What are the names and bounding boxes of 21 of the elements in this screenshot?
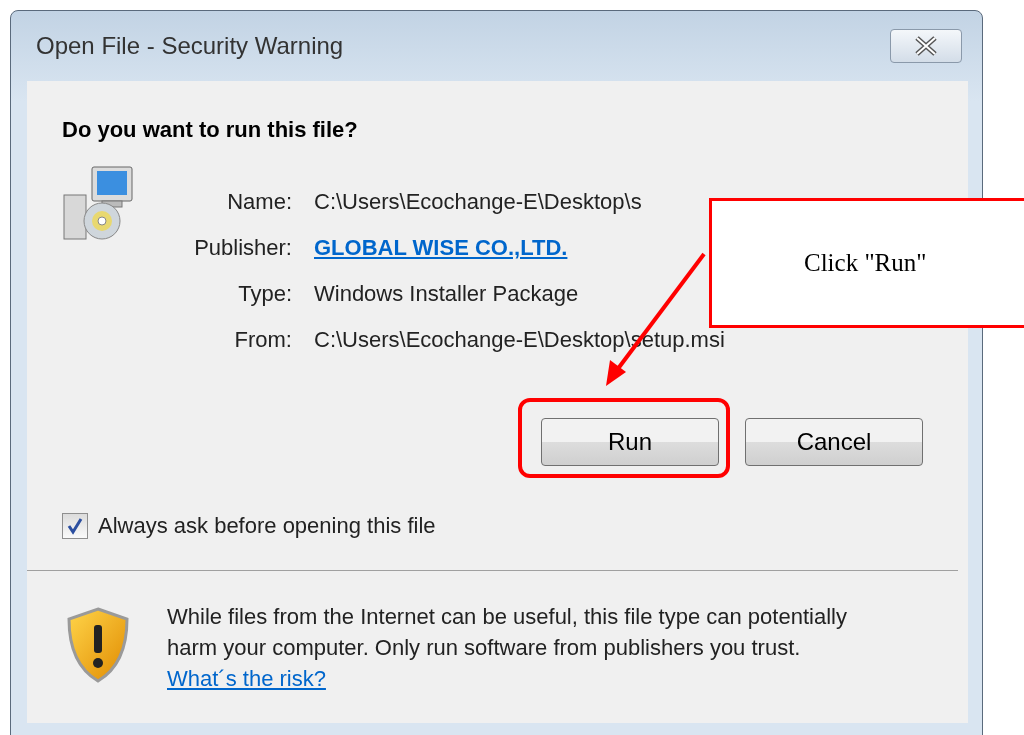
window-title: Open File - Security Warning bbox=[36, 32, 344, 60]
callout-text: Click "Run" bbox=[804, 249, 927, 277]
detail-value: C:\Users\Ecochange-E\Desktop\s bbox=[314, 188, 642, 216]
detail-label: Publisher: bbox=[193, 234, 292, 262]
warning-shield-icon bbox=[65, 607, 131, 683]
close-button[interactable] bbox=[890, 29, 962, 63]
detail-label: Type: bbox=[237, 280, 292, 308]
checkbox-label[interactable]: Always ask before opening this file bbox=[98, 512, 436, 539]
dialog-button[interactable]: Cancel bbox=[745, 418, 923, 466]
detail-label: Name: bbox=[226, 188, 292, 216]
dialog-heading: Do you want to run this file? bbox=[62, 117, 359, 143]
installer-icon bbox=[62, 165, 136, 243]
detail-label: From: bbox=[233, 326, 292, 354]
publisher-link[interactable]: GLOBAL WISE CO.,LTD. bbox=[314, 233, 568, 263]
dialog-button[interactable]: Run bbox=[541, 418, 719, 466]
detail-value: Windows Installer Package bbox=[314, 280, 579, 308]
checkbox[interactable] bbox=[62, 512, 88, 539]
risk-link[interactable]: What´s the risk? bbox=[167, 666, 326, 691]
warning-text: While files from the Internet can be useful, this file type can potentially harm your computer. Only run software from publishers you trust. What´s the risk? bbox=[167, 603, 847, 693]
close-icon bbox=[913, 36, 939, 56]
checkmark-icon bbox=[66, 516, 84, 535]
